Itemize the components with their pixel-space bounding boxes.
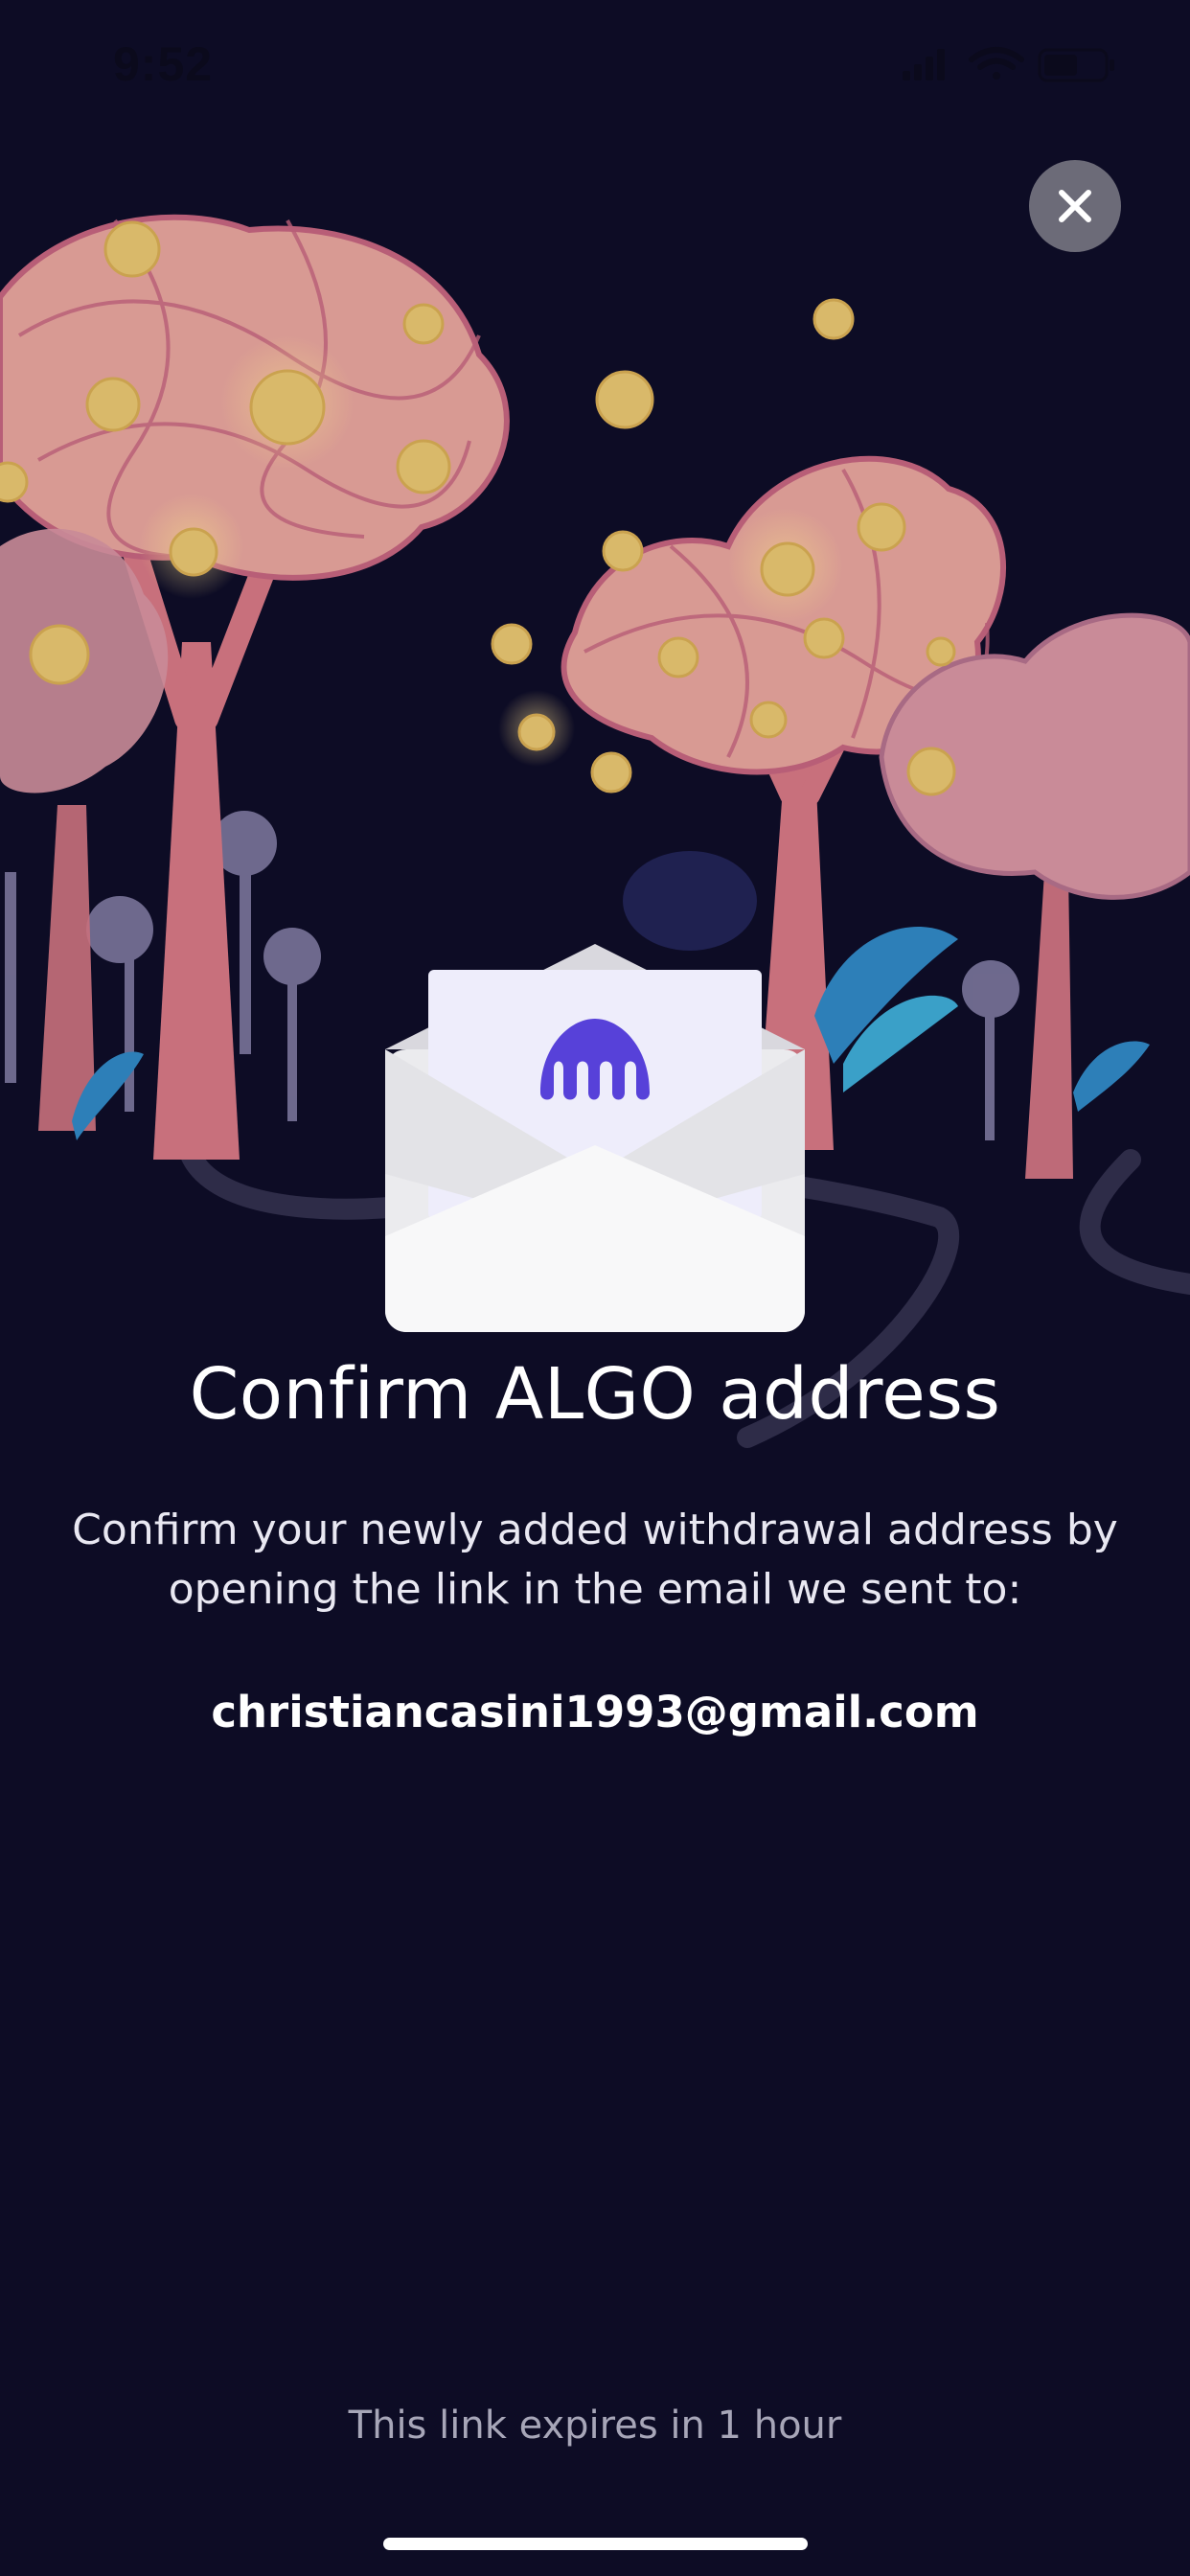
signal-icon [903,49,945,80]
status-time: 9:52 [113,37,214,91]
email-address: christiancasini1993@gmail.com [211,1687,979,1737]
home-indicator[interactable] [383,2538,808,2550]
confirmation-description: Confirm your newly added withdrawal addr… [72,1506,1118,1614]
status-bar: 9:52 [0,0,1190,129]
close-icon [1059,190,1091,222]
battery-icon [1038,48,1114,82]
status-icons [903,46,1123,88]
link-expiry-note: This link expires in 1 hour [348,2404,842,2448]
envelope-illustration [385,944,805,1332]
close-button[interactable] [1029,160,1121,252]
page-title: Confirm ALGO address [189,1353,1001,1436]
wifi-icon [969,47,1024,80]
